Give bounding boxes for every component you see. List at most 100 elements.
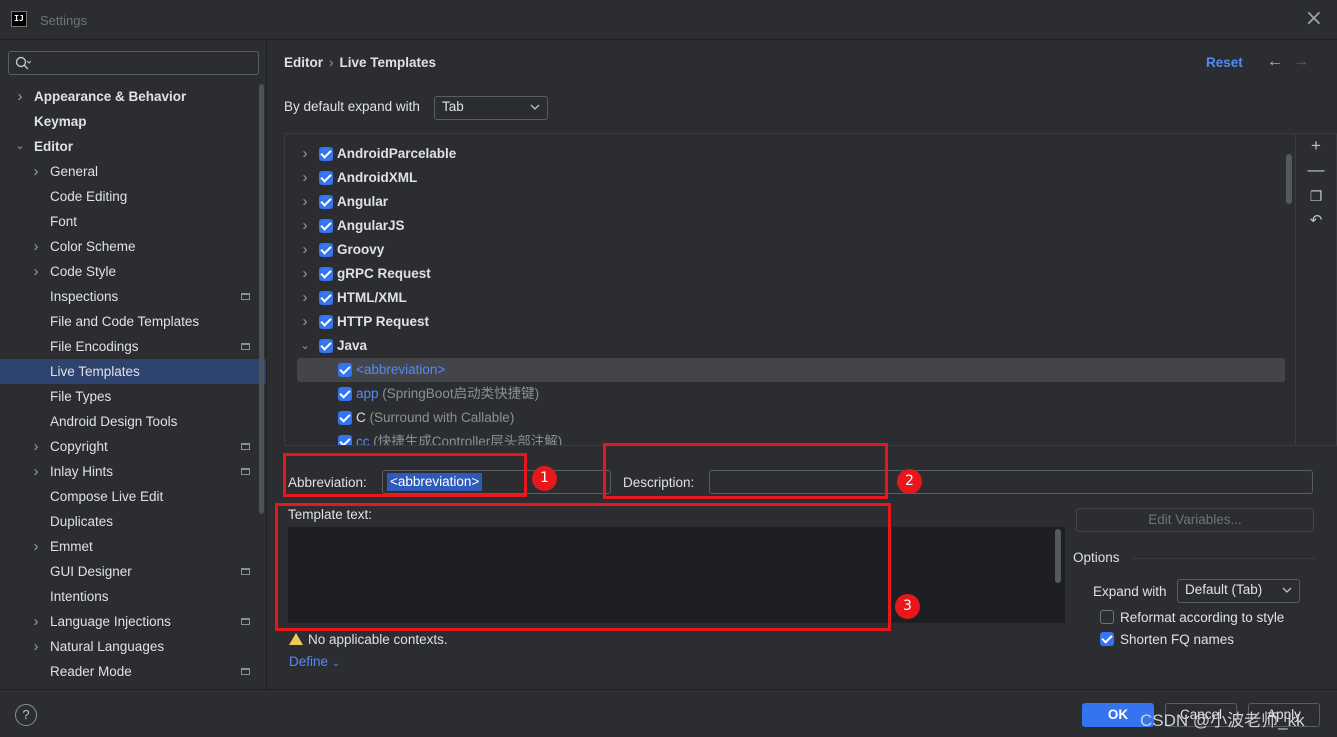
template-item-checkbox[interactable] bbox=[338, 435, 352, 445]
chevron-down-icon[interactable]: ⌄ bbox=[300, 334, 310, 358]
sidebar-item-code-editing[interactable]: Code Editing bbox=[0, 184, 266, 209]
sidebar-item-font[interactable]: Font bbox=[0, 209, 266, 234]
template-group-row[interactable]: › gRPC Request bbox=[285, 262, 1295, 286]
settings-search[interactable] bbox=[8, 51, 259, 75]
chevron-right-icon[interactable]: › bbox=[300, 166, 310, 190]
sidebar-item-android-design-tools[interactable]: Android Design Tools bbox=[0, 409, 266, 434]
sidebar-item-duplicates[interactable]: Duplicates bbox=[0, 509, 266, 534]
template-group-row[interactable]: › HTTP Request bbox=[285, 310, 1295, 334]
copy-icon[interactable]: ❐ bbox=[1306, 186, 1326, 206]
template-group-row[interactable]: › HTML/XML bbox=[285, 286, 1295, 310]
templates-scrollbar[interactable] bbox=[1286, 154, 1292, 204]
sidebar-item-natural-languages[interactable]: › Natural Languages bbox=[0, 634, 266, 659]
template-group-row[interactable]: › AndroidXML bbox=[285, 166, 1295, 190]
edit-variables-button[interactable]: Edit Variables... bbox=[1076, 508, 1314, 532]
sidebar-item-emmet[interactable]: › Emmet bbox=[0, 534, 266, 559]
shorten-fq-checkbox[interactable] bbox=[1100, 632, 1114, 646]
remove-icon[interactable]: — bbox=[1306, 160, 1326, 180]
project-scope-icon bbox=[241, 468, 250, 475]
template-group-checkbox[interactable] bbox=[319, 243, 333, 257]
sidebar-item-inlay-hints[interactable]: › Inlay Hints bbox=[0, 459, 266, 484]
help-button[interactable]: ? bbox=[15, 704, 37, 726]
template-item-row[interactable]: app (SpringBoot启动类快捷键) bbox=[285, 382, 1295, 406]
template-group-row[interactable]: › AndroidParcelable bbox=[285, 142, 1295, 166]
chevron-down-icon[interactable]: ⌄ bbox=[14, 134, 26, 159]
sidebar-item-intentions[interactable]: Intentions bbox=[0, 584, 266, 609]
chevron-right-icon[interactable]: › bbox=[30, 459, 42, 484]
chevron-right-icon[interactable]: › bbox=[300, 214, 310, 238]
template-item-checkbox[interactable] bbox=[338, 387, 352, 401]
template-group-row[interactable]: ⌄ Java bbox=[285, 334, 1295, 358]
template-group-name: HTTP Request bbox=[337, 314, 430, 329]
back-arrow-icon[interactable]: ← bbox=[1267, 53, 1283, 71]
template-group-checkbox[interactable] bbox=[319, 339, 333, 353]
forward-arrow-icon[interactable]: → bbox=[1293, 53, 1309, 71]
sidebar-item-reader-mode[interactable]: Reader Mode bbox=[0, 659, 266, 684]
chevron-right-icon[interactable]: › bbox=[30, 159, 42, 184]
sidebar-item-editor[interactable]: ⌄ Editor bbox=[0, 134, 266, 159]
chevron-right-icon[interactable]: › bbox=[14, 84, 26, 109]
sidebar-item-color-scheme[interactable]: › Color Scheme bbox=[0, 234, 266, 259]
sidebar-item-copyright[interactable]: › Copyright bbox=[0, 434, 266, 459]
template-group-checkbox[interactable] bbox=[319, 171, 333, 185]
chevron-right-icon[interactable]: › bbox=[30, 434, 42, 459]
template-item-row[interactable]: <abbreviation> bbox=[297, 358, 1285, 382]
define-label: Define bbox=[289, 654, 329, 669]
default-expand-select[interactable]: Tab bbox=[434, 96, 548, 120]
chevron-right-icon[interactable]: › bbox=[300, 262, 310, 286]
chevron-right-icon[interactable]: › bbox=[300, 286, 310, 310]
template-group-name: AngularJS bbox=[337, 218, 405, 233]
sidebar-item-inspections[interactable]: Inspections bbox=[0, 284, 266, 309]
reformat-checkbox[interactable] bbox=[1100, 610, 1114, 624]
templates-list: › AndroidParcelable › AndroidXML › Angular › An… bbox=[285, 134, 1295, 445]
template-item-checkbox[interactable] bbox=[338, 411, 352, 425]
sidebar-item-label: Duplicates bbox=[50, 514, 114, 529]
chevron-right-icon[interactable]: › bbox=[30, 609, 42, 634]
sidebar-item-keymap[interactable]: Keymap bbox=[0, 109, 266, 134]
template-group-row[interactable]: › Groovy bbox=[285, 238, 1295, 262]
breadcrumb-editor[interactable]: Editor bbox=[284, 55, 323, 70]
chevron-down-icon: ⌄ bbox=[331, 658, 341, 669]
reset-link[interactable]: Reset bbox=[1206, 55, 1243, 70]
define-link[interactable]: Define ⌄ bbox=[289, 654, 340, 669]
template-item-checkbox[interactable] bbox=[338, 363, 352, 377]
expand-with-select[interactable]: Default (Tab) bbox=[1177, 579, 1300, 603]
chevron-right-icon[interactable]: › bbox=[30, 259, 42, 284]
sidebar-item-general[interactable]: › General bbox=[0, 159, 266, 184]
sidebar-item-compose-live-edit[interactable]: Compose Live Edit bbox=[0, 484, 266, 509]
sidebar-item-code-style[interactable]: › Code Style bbox=[0, 259, 266, 284]
chevron-right-icon[interactable]: › bbox=[300, 190, 310, 214]
breadcrumb-live-templates: Live Templates bbox=[339, 55, 437, 70]
chevron-right-icon[interactable]: › bbox=[30, 234, 42, 259]
sidebar-item-file-and-code-templates[interactable]: File and Code Templates bbox=[0, 309, 266, 334]
template-group-row[interactable]: › Angular bbox=[285, 190, 1295, 214]
chevron-right-icon[interactable]: › bbox=[30, 634, 42, 659]
sidebar-item-live-templates[interactable]: Live Templates bbox=[0, 359, 266, 384]
chevron-right-icon[interactable]: › bbox=[300, 310, 310, 334]
sidebar-item-file-types[interactable]: File Types bbox=[0, 384, 266, 409]
template-group-checkbox[interactable] bbox=[319, 315, 333, 329]
template-group-checkbox[interactable] bbox=[319, 219, 333, 233]
sidebar-scrollbar[interactable] bbox=[259, 84, 264, 514]
template-item-row[interactable]: C (Surround with Callable) bbox=[285, 406, 1295, 430]
chevron-right-icon[interactable]: › bbox=[300, 238, 310, 262]
add-icon[interactable]: + bbox=[1306, 136, 1326, 156]
template-abbreviation: cc bbox=[356, 434, 370, 445]
template-abbreviation: app bbox=[356, 386, 379, 401]
template-group-checkbox[interactable] bbox=[319, 147, 333, 161]
search-input[interactable] bbox=[39, 54, 254, 72]
template-group-checkbox[interactable] bbox=[319, 195, 333, 209]
sidebar-item-language-injections[interactable]: › Language Injections bbox=[0, 609, 266, 634]
sidebar-item-gui-designer[interactable]: GUI Designer bbox=[0, 559, 266, 584]
restore-icon[interactable]: ↶ bbox=[1306, 211, 1326, 231]
template-group-row[interactable]: › AngularJS bbox=[285, 214, 1295, 238]
sidebar-item-file-encodings[interactable]: File Encodings bbox=[0, 334, 266, 359]
template-group-checkbox[interactable] bbox=[319, 291, 333, 305]
sidebar-item-label: Code Editing bbox=[50, 189, 128, 204]
editor-scrollbar[interactable] bbox=[1055, 529, 1061, 583]
chevron-right-icon[interactable]: › bbox=[300, 142, 310, 166]
template-group-checkbox[interactable] bbox=[319, 267, 333, 281]
close-icon[interactable]: × bbox=[1305, 8, 1323, 30]
chevron-right-icon[interactable]: › bbox=[30, 534, 42, 559]
sidebar-item-appearance-behavior[interactable]: › Appearance & Behavior bbox=[0, 84, 266, 109]
